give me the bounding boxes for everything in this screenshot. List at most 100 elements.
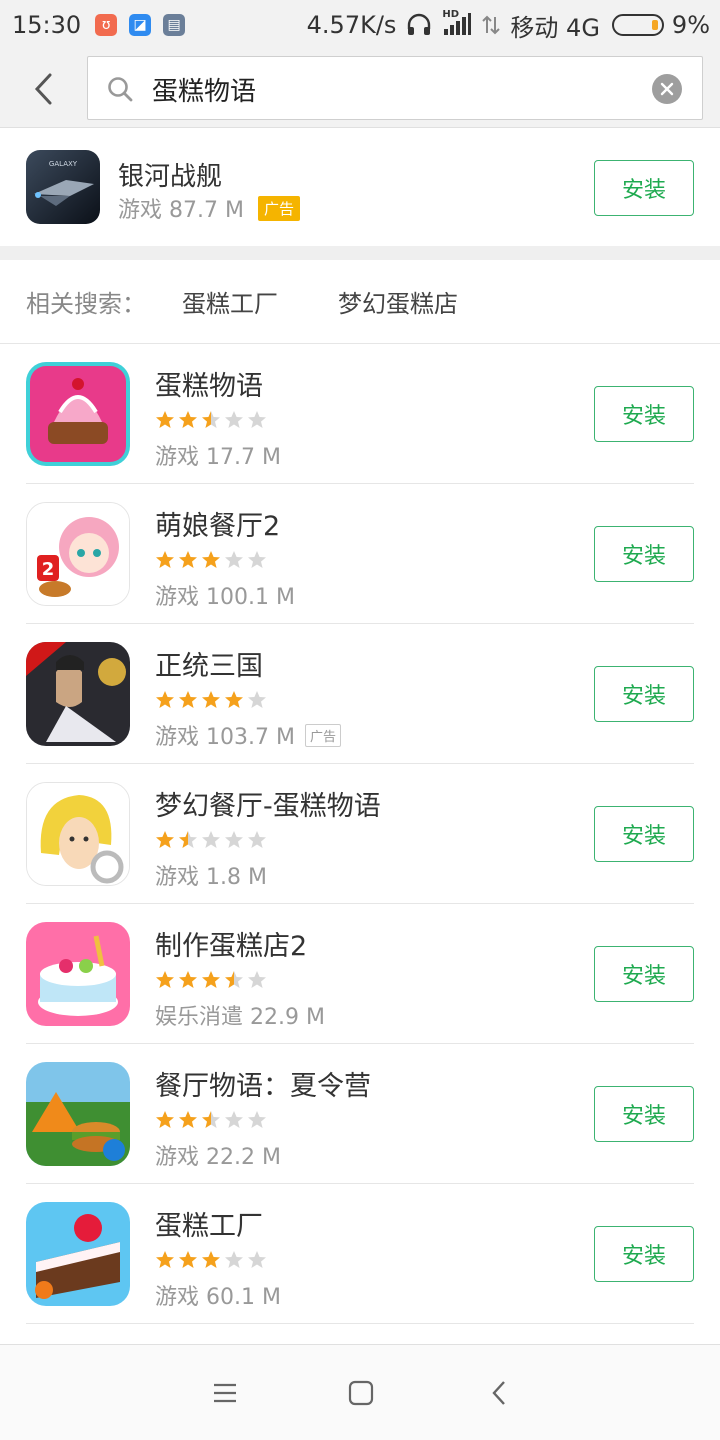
- app-icon: [26, 782, 130, 886]
- app-meta: 游戏 22.2 M: [155, 1139, 281, 1171]
- star-icon: [225, 971, 243, 988]
- star-icon: [179, 971, 197, 988]
- ad-badge: 广告: [257, 195, 300, 221]
- star-icon: [179, 691, 197, 708]
- app-meta: 游戏 87.7 M 广告: [118, 192, 300, 224]
- list-item[interactable]: 2 萌娘餐厅2 游戏 100.1 M 安装: [0, 484, 720, 624]
- install-button[interactable]: 安装: [594, 1226, 694, 1282]
- star-icon: [225, 1111, 243, 1128]
- app-meta: 游戏 100.1 M: [155, 579, 295, 611]
- star-icon: [156, 1251, 174, 1268]
- back-icon: [492, 1381, 505, 1405]
- nav-back-button[interactable]: [481, 1375, 517, 1411]
- star-icon: [225, 551, 243, 568]
- app-title: 正统三国: [155, 651, 263, 682]
- app-icon: GALAXY: [26, 150, 100, 224]
- svg-text:2: 2: [42, 559, 55, 580]
- install-button[interactable]: 安装: [594, 806, 694, 862]
- list-item[interactable]: 制作蛋糕店2 娱乐消遣 22.9 M 安装: [0, 904, 720, 1044]
- app-size: 游戏 22.2 M: [155, 1145, 281, 1170]
- app-meta: 游戏 60.1 M: [155, 1279, 281, 1311]
- home-button[interactable]: [343, 1375, 379, 1411]
- notification-app-icon: ◪: [129, 14, 152, 36]
- install-button[interactable]: 安装: [594, 946, 694, 1002]
- chevron-left-icon: [34, 73, 52, 105]
- list-item[interactable]: 餐厅物语：夏令营 游戏 22.2 M 安装: [0, 1044, 720, 1184]
- app-icon: 2: [26, 502, 130, 606]
- star-icon: [202, 551, 220, 568]
- rating-stars: [155, 830, 270, 850]
- net-speed: 4.57K/s: [306, 11, 397, 39]
- install-button[interactable]: 安装: [594, 666, 694, 722]
- related-label: 相关搜索：: [26, 290, 146, 318]
- back-button[interactable]: [26, 70, 60, 108]
- app-icon: [26, 642, 130, 746]
- star-icon: [225, 411, 243, 428]
- home-icon: [348, 1380, 374, 1406]
- install-button[interactable]: 安装: [594, 386, 694, 442]
- app-title: 蛋糕工厂: [155, 1211, 263, 1242]
- section-divider: [0, 246, 720, 260]
- rating-stars: [155, 1110, 270, 1130]
- app-size: 游戏 17.7 M: [155, 445, 281, 470]
- star-icon: [179, 1251, 197, 1268]
- status-bar: 15:30 ʊ ◪ ▤ 4.57K/s HD 移动 4G 9%: [0, 0, 720, 50]
- app-icon: [26, 362, 130, 466]
- app-icon: [26, 1062, 130, 1166]
- app-meta: 游戏 103.7 M 广告: [155, 719, 341, 751]
- menu-button[interactable]: [207, 1375, 243, 1411]
- star-icon: [156, 1111, 174, 1128]
- star-icon: [248, 411, 266, 428]
- app-size: 游戏 1.8 M: [155, 865, 267, 890]
- battery-icon: [611, 14, 664, 36]
- search-box[interactable]: [87, 56, 703, 120]
- carrier-label: 移动 4G: [510, 13, 600, 42]
- svg-text:GALAXY: GALAXY: [49, 160, 78, 168]
- app-icon: [26, 1202, 130, 1306]
- app-title: 梦幻餐厅-蛋糕物语: [155, 791, 381, 822]
- rating-stars: [155, 550, 270, 570]
- app-size: 游戏 103.7 M: [155, 725, 295, 750]
- star-icon: [179, 831, 197, 848]
- star-icon: [248, 691, 266, 708]
- star-icon: [225, 691, 243, 708]
- related-search-link[interactable]: 梦幻蛋糕店: [338, 284, 458, 319]
- list-item[interactable]: 梦幻餐厅-蛋糕物语 游戏 1.8 M 安装: [0, 764, 720, 904]
- system-nav-bar: [0, 1344, 720, 1440]
- search-input[interactable]: [152, 69, 632, 109]
- star-icon: [248, 971, 266, 988]
- star-icon: [179, 411, 197, 428]
- list-item[interactable]: 蛋糕工厂 游戏 60.1 M 安装: [0, 1184, 720, 1324]
- list-item[interactable]: 蛋糕物语 游戏 17.7 M 安装: [0, 344, 720, 484]
- star-icon: [156, 831, 174, 848]
- related-search-link[interactable]: 蛋糕工厂: [182, 284, 278, 319]
- list-item[interactable]: 正统三国 游戏 103.7 M 广告 安装: [0, 624, 720, 764]
- ad-app-card[interactable]: GALAXY 银河战舰 游戏 87.7 M 广告 安装: [0, 128, 720, 246]
- star-icon: [156, 971, 174, 988]
- star-icon: [225, 1251, 243, 1268]
- close-icon: [660, 82, 674, 96]
- star-icon: [202, 831, 220, 848]
- install-button[interactable]: 安装: [594, 1086, 694, 1142]
- rating-stars: [155, 690, 270, 710]
- app-meta: 游戏 17.7 M: [155, 439, 281, 471]
- star-icon: [202, 1111, 220, 1128]
- star-icon: [202, 411, 220, 428]
- app-title: 餐厅物语：夏令营: [155, 1071, 371, 1102]
- star-icon: [202, 691, 220, 708]
- status-time: 15:30: [12, 11, 82, 39]
- star-icon: [225, 831, 243, 848]
- app-meta: 娱乐消遣 22.9 M: [155, 999, 325, 1031]
- star-icon: [156, 691, 174, 708]
- notification-app-icon: ʊ: [95, 14, 118, 36]
- rating-stars: [155, 970, 270, 990]
- hd-label: HD: [442, 9, 460, 20]
- star-icon: [202, 1251, 220, 1268]
- star-icon: [179, 551, 197, 568]
- install-button[interactable]: 安装: [594, 160, 694, 216]
- install-button[interactable]: 安装: [594, 526, 694, 582]
- star-icon: [248, 551, 266, 568]
- app-meta: 游戏 1.8 M: [155, 859, 267, 891]
- clear-search-button[interactable]: [652, 74, 682, 104]
- app-size: 游戏 100.1 M: [155, 585, 295, 610]
